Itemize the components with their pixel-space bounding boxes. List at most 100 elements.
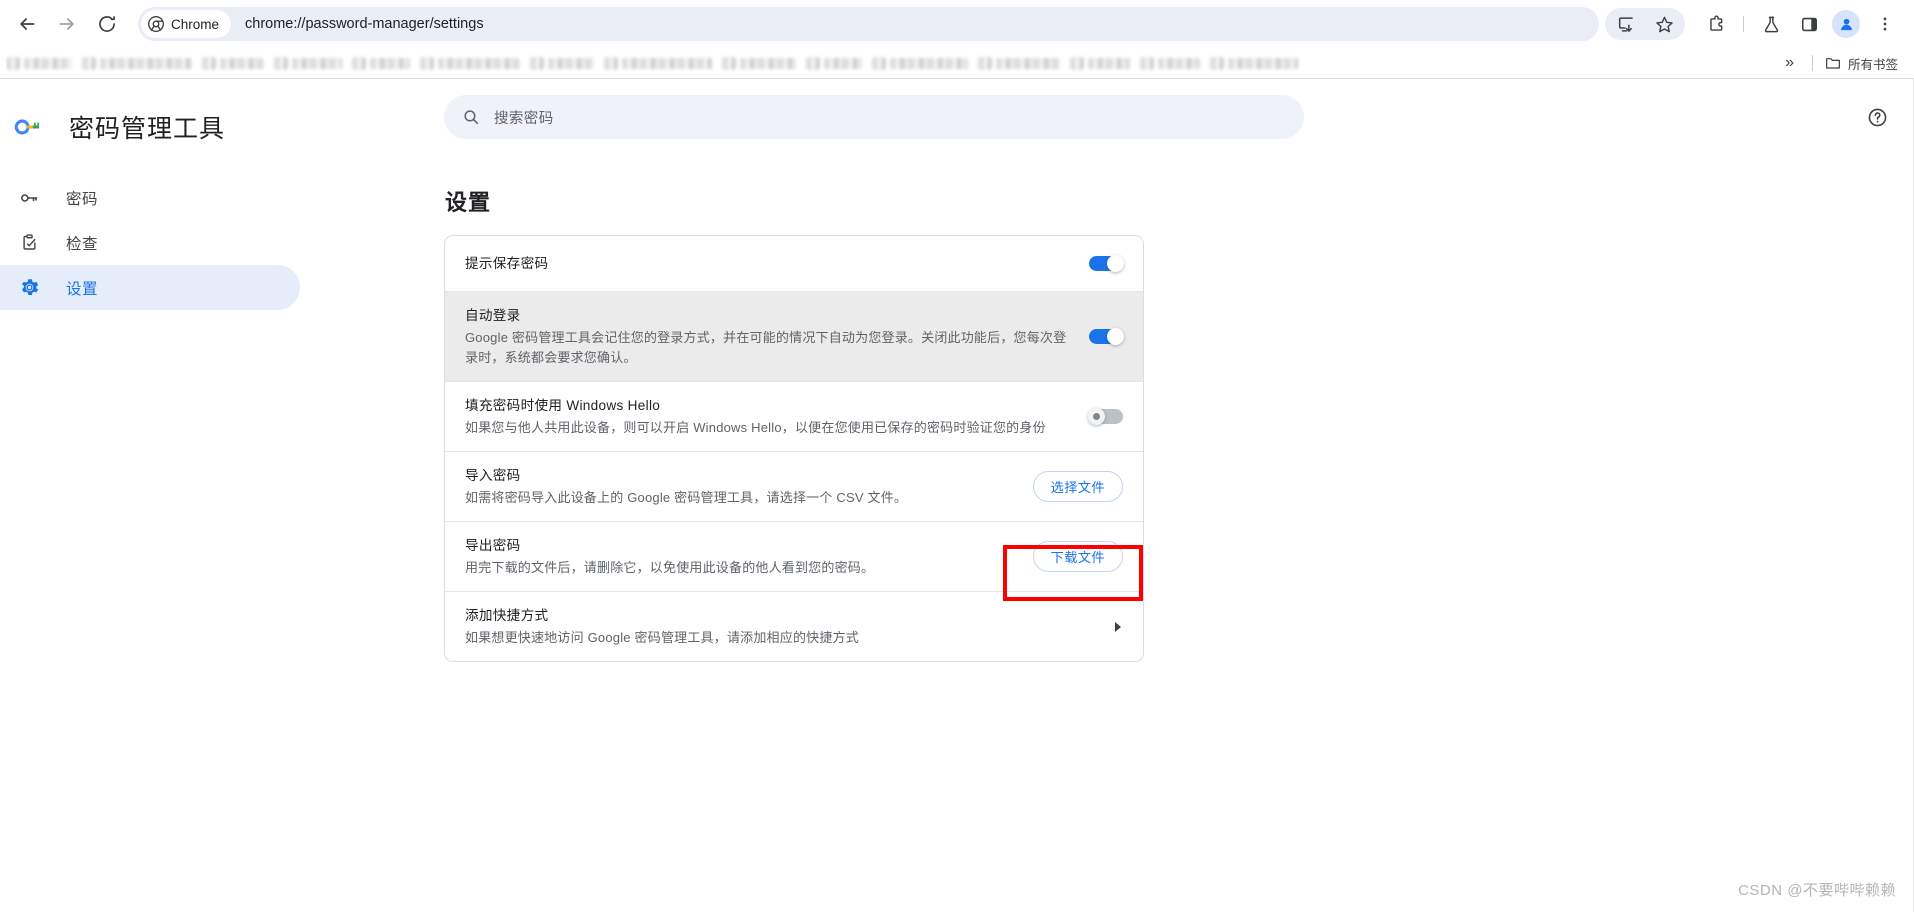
bookmark-item[interactable]	[1140, 52, 1200, 74]
bookmark-favicon-icon	[872, 56, 886, 70]
sidebar-item-label: 设置	[66, 280, 99, 298]
search-placeholder-text: 搜索密码	[494, 110, 554, 127]
reload-icon[interactable]	[90, 7, 124, 41]
row-title: 填充密码时使用 Windows Hello	[465, 398, 661, 413]
bookmark-item[interactable]	[202, 52, 264, 74]
all-bookmarks-button[interactable]: 所有书签	[1821, 54, 1902, 73]
bookmark-favicon-icon	[420, 56, 434, 70]
toggle-offer-to-save[interactable]	[1089, 255, 1124, 272]
bookmark-item[interactable]	[722, 52, 796, 74]
bookmark-label-redacted	[100, 57, 192, 69]
help-circle-icon[interactable]	[1860, 100, 1894, 134]
row-control: 选择文件	[1032, 471, 1123, 502]
bookmark-item[interactable]	[872, 52, 968, 74]
bookmark-items	[6, 52, 1775, 74]
three-dot-menu-icon[interactable]	[1869, 8, 1901, 40]
bookmark-item[interactable]	[352, 52, 410, 74]
row-control	[1115, 621, 1123, 632]
row-text: 提示保存密码	[465, 240, 1075, 287]
address-bar[interactable]: Chrome chrome://password-manager/setting…	[138, 7, 1599, 41]
row-subtitle: 如需将密码导入此设备上的 Google 密码管理工具，请选择一个 CSV 文件。	[465, 490, 908, 505]
bookmark-favicon-icon	[722, 56, 736, 70]
download-file-button[interactable]: 下载文件	[1032, 541, 1123, 572]
profile-avatar-icon[interactable]	[1832, 10, 1860, 38]
bookmark-item[interactable]	[1070, 52, 1130, 74]
browser-toolbar: Chrome chrome://password-manager/setting…	[0, 0, 1914, 48]
bookmark-item[interactable]	[530, 52, 594, 74]
row-control: 下载文件	[1032, 541, 1123, 572]
bookmark-item[interactable]	[82, 52, 192, 74]
bookmark-overflow-chevron-icon[interactable]: »	[1775, 54, 1804, 72]
select-file-button[interactable]: 选择文件	[1032, 471, 1123, 502]
checkup-clipboard-icon	[18, 232, 40, 254]
toggle-knob	[1107, 328, 1124, 345]
bookmark-item[interactable]	[6, 52, 72, 74]
bookmark-bar-right: » 所有书签	[1775, 54, 1902, 73]
page-title-brand: 密码管理工具	[69, 115, 226, 143]
sidebar-item-passwords[interactable]: 密码	[0, 175, 300, 220]
page-title: 设置	[445, 190, 492, 215]
bookmark-star-icon[interactable]	[1648, 8, 1680, 40]
bookmark-favicon-icon	[1070, 56, 1084, 70]
bookmark-label-redacted	[292, 57, 342, 69]
bookmark-label-redacted	[370, 57, 410, 69]
setting-row-offer-to-save: 提示保存密码	[445, 236, 1143, 292]
bookmark-label-redacted	[740, 57, 796, 69]
sidebar-item-checkup[interactable]: 检查	[0, 220, 300, 265]
back-arrow-icon[interactable]	[10, 7, 44, 41]
row-subtitle: 用完下载的文件后，请删除它，以免使用此设备的他人看到您的密码。	[465, 560, 875, 575]
toggle-auto-signin[interactable]	[1089, 328, 1124, 345]
bookmark-label-redacted	[890, 57, 968, 69]
toggle-knob	[1088, 408, 1105, 425]
row-text: 导入密码 如需将密码导入此设备上的 Google 密码管理工具，请选择一个 CS…	[465, 452, 1019, 521]
row-control	[1088, 408, 1123, 425]
bookmark-label-redacted	[1158, 57, 1200, 69]
bookmark-label-redacted	[824, 57, 862, 69]
side-panel-icon[interactable]	[1793, 8, 1825, 40]
key-icon	[18, 187, 40, 209]
bookmark-label-redacted	[24, 57, 72, 69]
install-app-icon[interactable]	[1610, 8, 1642, 40]
gear-icon	[18, 277, 40, 299]
row-title: 导入密码	[465, 468, 521, 483]
bookmark-favicon-icon	[530, 56, 544, 70]
setting-row-auto-signin: 自动登录 Google 密码管理工具会记住您的登录方式，并在可能的情况下自动为您…	[445, 292, 1143, 382]
sidebar-item-label: 密码	[66, 190, 99, 208]
bookmark-item[interactable]	[978, 52, 1060, 74]
search-input[interactable]: 搜索密码	[444, 95, 1304, 139]
bookmark-bar: » 所有书签	[0, 48, 1914, 78]
chevron-right-icon[interactable]	[1115, 621, 1121, 632]
bookmark-divider	[1811, 55, 1813, 71]
setting-row-windows-hello: 填充密码时使用 Windows Hello 如果您与他人共用此设备，则可以开启 …	[445, 382, 1143, 452]
bookmark-label-redacted	[548, 57, 594, 69]
bookmark-item[interactable]	[420, 52, 520, 74]
row-subtitle: 如果您与他人共用此设备，则可以开启 Windows Hello，以便在您使用已保…	[465, 420, 1046, 435]
watermark-text: CSDN @不要哔哔赖赖	[1738, 882, 1896, 899]
row-text: 填充密码时使用 Windows Hello 如果您与他人共用此设备，则可以开启 …	[465, 382, 1075, 451]
extensions-puzzle-icon[interactable]	[1700, 8, 1732, 40]
bookmark-item[interactable]	[604, 52, 712, 74]
row-title: 导出密码	[465, 538, 521, 553]
experiments-flask-icon[interactable]	[1755, 8, 1787, 40]
bookmark-item[interactable]	[1210, 52, 1298, 74]
bookmark-item[interactable]	[806, 52, 862, 74]
forward-arrow-icon[interactable]	[50, 7, 84, 41]
setting-row-add-shortcut[interactable]: 添加快捷方式 如果想更快速地访问 Google 密码管理工具，请添加相应的快捷方…	[445, 592, 1143, 661]
browser-chrome: Chrome chrome://password-manager/setting…	[0, 0, 1914, 79]
toggle-windows-hello[interactable]	[1088, 408, 1123, 425]
search-row: 搜索密码	[440, 95, 1914, 139]
password-manager-page: 密码管理工具 密码 检查 设置 搜索密码 设置 提示保存密码 自动登录 Goog…	[0, 79, 1914, 912]
bookmark-favicon-icon	[274, 56, 288, 70]
chrome-origin-chip[interactable]: Chrome	[141, 10, 232, 38]
toggle-knob	[1107, 255, 1124, 272]
bookmark-favicon-icon	[6, 56, 20, 70]
bookmark-favicon-icon	[604, 56, 618, 70]
sidebar-item-settings[interactable]: 设置	[0, 265, 300, 310]
sidebar: 密码管理工具 密码 检查 设置	[0, 79, 440, 912]
row-control	[1089, 328, 1124, 345]
bookmark-item[interactable]	[274, 52, 342, 74]
toolbar-actions	[1605, 8, 1904, 40]
bookmark-label-redacted	[220, 57, 264, 69]
settings-card: 提示保存密码 自动登录 Google 密码管理工具会记住您的登录方式，并在可能的…	[444, 235, 1144, 662]
chrome-logo-icon	[148, 16, 164, 32]
